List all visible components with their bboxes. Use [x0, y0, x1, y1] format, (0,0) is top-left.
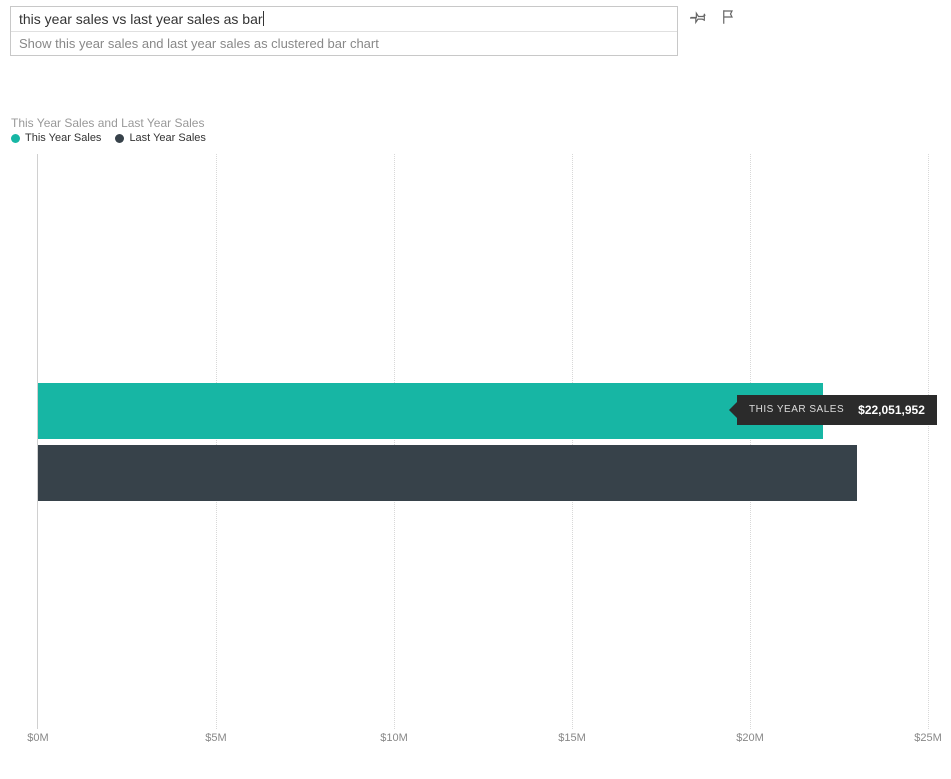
- gridline: [572, 154, 573, 729]
- x-axis-tick-label: $20M: [736, 732, 764, 744]
- bar-this-year-sales[interactable]: [38, 383, 823, 439]
- flag-icon[interactable]: [720, 8, 738, 26]
- legend-swatch-teal: [11, 134, 20, 143]
- gridline: [216, 154, 217, 729]
- pin-icon[interactable]: [690, 8, 708, 26]
- query-text: this year sales vs last year sales as ba…: [19, 11, 263, 27]
- gridline: [750, 154, 751, 729]
- chart-plot: $0M$5M$10M$15M$20M$25M THIS YEAR SALES $…: [11, 154, 936, 744]
- legend-label: This Year Sales: [25, 132, 101, 144]
- bar-last-year-sales[interactable]: [38, 445, 857, 501]
- x-axis-tick-label: $5M: [205, 732, 226, 744]
- text-caret: [263, 11, 264, 26]
- plot-area[interactable]: $0M$5M$10M$15M$20M$25M: [37, 154, 927, 729]
- tooltip-arrow-icon: [729, 402, 737, 418]
- x-axis-tick-label: $15M: [558, 732, 586, 744]
- tooltip-value: $22,051,952: [858, 403, 925, 417]
- query-icons: [690, 8, 738, 26]
- chart-legend: This Year Sales Last Year Sales: [11, 132, 206, 144]
- legend-label: Last Year Sales: [129, 132, 205, 144]
- x-axis-tick-label: $25M: [914, 732, 942, 744]
- query-box[interactable]: this year sales vs last year sales as ba…: [10, 6, 678, 56]
- query-suggestion[interactable]: Show this year sales and last year sales…: [11, 32, 677, 55]
- chart-tooltip: THIS YEAR SALES $22,051,952: [737, 395, 937, 425]
- gridline: [394, 154, 395, 729]
- legend-item[interactable]: This Year Sales: [11, 132, 101, 144]
- x-axis-tick-label: $0M: [27, 732, 48, 744]
- legend-item[interactable]: Last Year Sales: [115, 132, 205, 144]
- legend-swatch-dark: [115, 134, 124, 143]
- gridline: [928, 154, 929, 729]
- x-axis-tick-label: $10M: [380, 732, 408, 744]
- query-input-row[interactable]: this year sales vs last year sales as ba…: [11, 7, 677, 32]
- chart-title: This Year Sales and Last Year Sales: [11, 116, 204, 130]
- tooltip-label: THIS YEAR SALES: [749, 404, 844, 415]
